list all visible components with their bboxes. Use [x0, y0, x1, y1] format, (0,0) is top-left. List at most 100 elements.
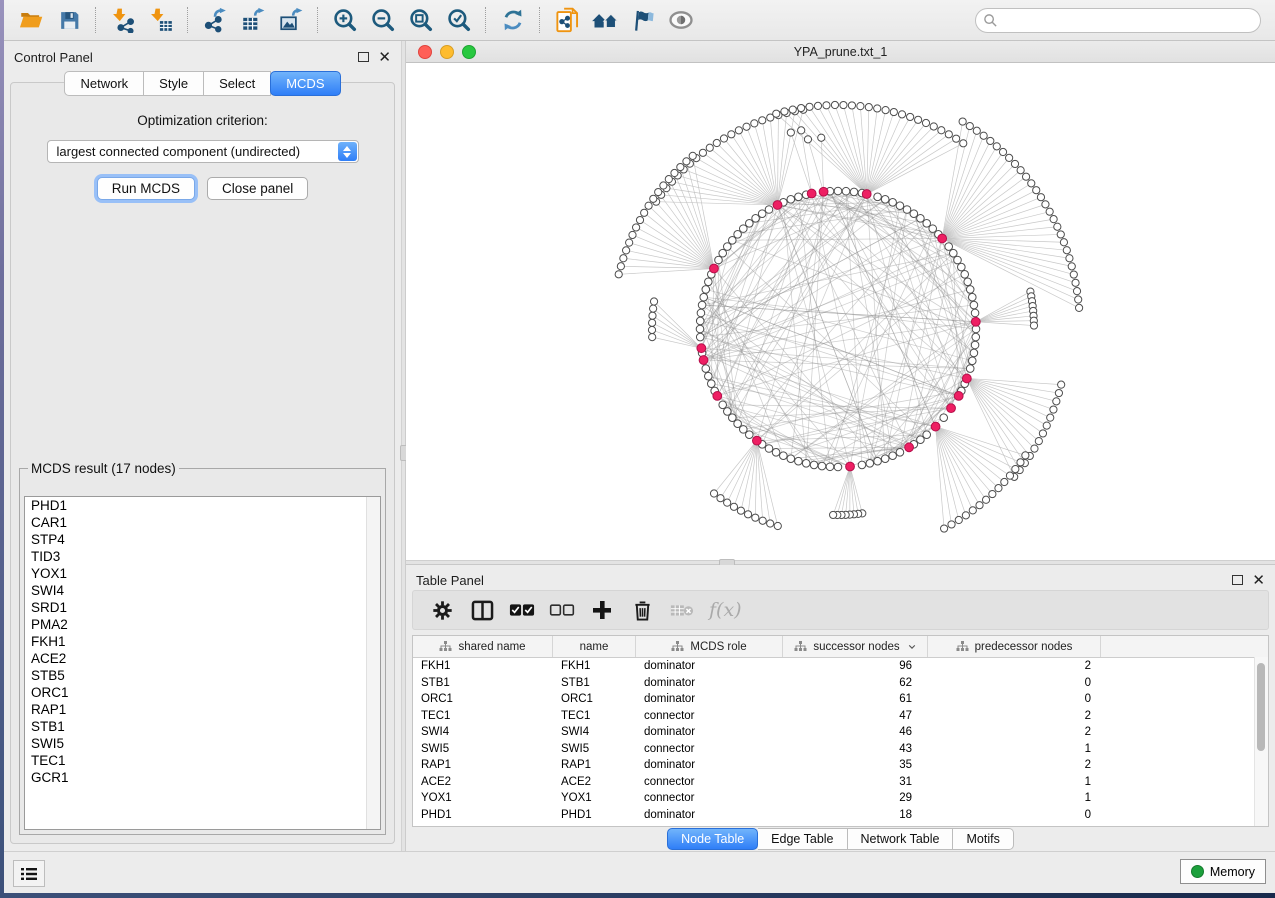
mcds-result-item[interactable]: ACE2: [25, 650, 380, 667]
table-cell[interactable]: YOX1: [413, 790, 553, 807]
graph-mcds-node[interactable]: [931, 422, 940, 431]
table-cell[interactable]: YOX1: [553, 790, 636, 807]
table-cell[interactable]: ORC1: [553, 691, 636, 708]
graph-node[interactable]: [623, 247, 630, 254]
graph-node[interactable]: [993, 143, 1000, 150]
graph-node[interactable]: [795, 457, 803, 465]
graph-node[interactable]: [968, 357, 976, 365]
table-row[interactable]: SWI4SWI4dominator462: [413, 724, 1268, 741]
graph-node[interactable]: [1017, 167, 1024, 174]
graph-node[interactable]: [969, 507, 976, 514]
table-cell[interactable]: FKH1: [553, 658, 636, 675]
graph-node[interactable]: [961, 271, 969, 279]
split-columns-button[interactable]: [469, 597, 495, 623]
table-cell[interactable]: connector: [636, 774, 783, 791]
graph-node[interactable]: [655, 188, 662, 195]
graph-node[interactable]: [707, 380, 715, 388]
table-cell[interactable]: [1101, 741, 1268, 758]
table-cell[interactable]: [1101, 708, 1268, 725]
graph-node[interactable]: [915, 116, 922, 123]
graph-node[interactable]: [649, 319, 656, 326]
graph-node[interactable]: [982, 496, 989, 503]
export-table-button[interactable]: [234, 3, 272, 37]
graph-mcds-node[interactable]: [846, 462, 855, 471]
graph-node[interactable]: [649, 334, 656, 341]
graph-node[interactable]: [823, 102, 830, 109]
graph-mcds-node[interactable]: [713, 392, 722, 401]
graph-node[interactable]: [767, 520, 774, 527]
graph-node[interactable]: [683, 158, 690, 165]
table-cell[interactable]: [1101, 675, 1268, 692]
graph-node[interactable]: [1022, 452, 1029, 459]
column-header-name[interactable]: name: [553, 636, 636, 657]
graph-node[interactable]: [810, 461, 818, 469]
graph-node[interactable]: [713, 139, 720, 146]
search-input[interactable]: [975, 8, 1261, 33]
graph-node[interactable]: [971, 309, 979, 317]
graph-node[interactable]: [865, 104, 872, 111]
graph-node[interactable]: [866, 459, 874, 467]
graph-node[interactable]: [874, 105, 881, 112]
table-cell[interactable]: dominator: [636, 757, 783, 774]
graph-node[interactable]: [1075, 296, 1082, 303]
table-cell[interactable]: STB1: [413, 675, 553, 692]
graph-node[interactable]: [724, 243, 732, 251]
graph-node[interactable]: [772, 449, 780, 457]
open-file-button[interactable]: [12, 3, 50, 37]
table-cell[interactable]: dominator: [636, 724, 783, 741]
graph-node[interactable]: [889, 452, 897, 460]
table-cell[interactable]: 18: [783, 807, 928, 824]
zoom-in-button[interactable]: [326, 3, 364, 37]
graph-node[interactable]: [1066, 255, 1073, 262]
graph-node[interactable]: [787, 129, 794, 136]
graph-node[interactable]: [1031, 445, 1038, 452]
graph-node[interactable]: [1070, 271, 1077, 278]
graph-mcds-node[interactable]: [697, 344, 706, 353]
table-scrollbar-thumb[interactable]: [1257, 663, 1265, 751]
graph-node[interactable]: [696, 317, 704, 325]
graph-node[interactable]: [971, 341, 979, 349]
graph-node[interactable]: [758, 210, 766, 218]
graph-node[interactable]: [650, 195, 657, 202]
graph-node[interactable]: [966, 365, 974, 373]
graph-node[interactable]: [787, 196, 795, 204]
graph-node[interactable]: [898, 111, 905, 118]
table-cell[interactable]: dominator: [636, 675, 783, 692]
graph-node[interactable]: [923, 431, 931, 439]
table-row[interactable]: SWI5SWI5connector431: [413, 741, 1268, 758]
graph-node[interactable]: [735, 127, 742, 134]
graph-node[interactable]: [698, 301, 706, 309]
mcds-result-item[interactable]: TID3: [25, 548, 380, 565]
table-row[interactable]: FKH1FKH1dominator962: [413, 658, 1268, 675]
graph-node[interactable]: [617, 263, 624, 270]
table-row[interactable]: STB1STB1dominator620: [413, 675, 1268, 692]
graph-node[interactable]: [890, 108, 897, 115]
graph-node[interactable]: [649, 312, 656, 319]
mcds-result-item[interactable]: GCR1: [25, 769, 380, 786]
graph-node[interactable]: [1055, 389, 1062, 396]
table-row[interactable]: ORC1ORC1dominator610: [413, 691, 1268, 708]
mcds-result-item[interactable]: CAR1: [25, 514, 380, 531]
graph-mcds-node[interactable]: [773, 201, 782, 210]
graph-node[interactable]: [848, 102, 855, 109]
graph-node[interactable]: [1063, 247, 1070, 254]
table-cell[interactable]: 1: [928, 790, 1101, 807]
graph-node[interactable]: [896, 202, 904, 210]
graph-node[interactable]: [1046, 208, 1053, 215]
table-cell[interactable]: dominator: [636, 658, 783, 675]
zoom-fit-button[interactable]: [402, 3, 440, 37]
graph-node[interactable]: [954, 256, 962, 264]
graph-node[interactable]: [700, 293, 708, 301]
graph-node[interactable]: [1073, 288, 1080, 295]
table-cell[interactable]: 35: [783, 757, 928, 774]
graph-node[interactable]: [737, 507, 744, 514]
graph-node[interactable]: [882, 107, 889, 114]
mcds-result-item[interactable]: TEC1: [25, 752, 380, 769]
mcds-list-scrollbar[interactable]: [366, 497, 380, 829]
table-cell[interactable]: 31: [783, 774, 928, 791]
graph-node[interactable]: [930, 123, 937, 130]
graph-node[interactable]: [1054, 223, 1061, 230]
graph-node[interactable]: [751, 120, 758, 127]
table-cell[interactable]: 46: [783, 724, 928, 741]
table-cell[interactable]: ACE2: [553, 774, 636, 791]
